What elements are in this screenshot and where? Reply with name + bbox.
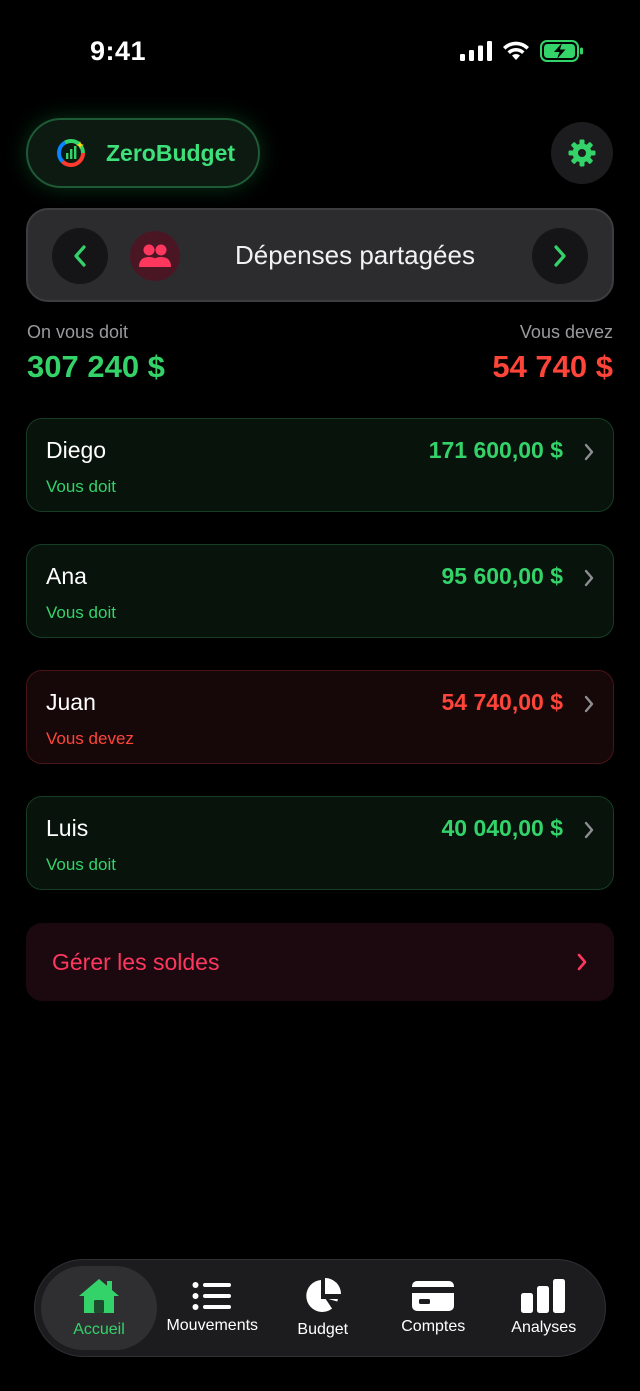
zerobudget-logo-icon — [57, 139, 85, 167]
tab-budget[interactable]: Budget — [268, 1266, 379, 1350]
cellular-signal-icon — [460, 41, 492, 61]
selector-title: Dépenses partagées — [235, 240, 475, 270]
home-icon — [79, 1279, 119, 1313]
person-status: Vous devez — [46, 729, 134, 748]
person-amount: 171 600,00 $ — [428, 437, 563, 463]
people-group-icon — [139, 244, 171, 267]
status-bar: 9:41 — [0, 0, 640, 100]
person-name: Diego — [46, 437, 107, 463]
previous-view-button[interactable] — [52, 228, 108, 284]
group-badge — [130, 231, 180, 281]
brand-pill[interactable]: ZeroBudget — [26, 118, 260, 188]
gear-icon — [568, 139, 596, 167]
pie-chart-icon — [306, 1278, 341, 1312]
chevron-right-icon — [554, 245, 566, 267]
person-card-diego[interactable]: Diego 171 600,00 $ Vous doit — [26, 418, 614, 512]
next-view-button[interactable] — [532, 228, 588, 284]
tab-label: Analyses — [511, 1319, 577, 1336]
person-name: Luis — [46, 815, 89, 841]
tab-comptes[interactable]: Comptes — [378, 1266, 489, 1350]
chevron-right-icon — [584, 695, 594, 713]
manage-balances-label: Gérer les soldes — [52, 949, 220, 975]
owed-to-you-summary: On vous doit 307 240 $ — [27, 322, 165, 385]
owed-to-you-label: On vous doit — [27, 322, 129, 342]
person-name: Juan — [46, 689, 96, 715]
person-status: Vous doit — [46, 603, 116, 622]
wifi-icon — [503, 41, 529, 60]
owed-to-you-value: 307 240 $ — [27, 349, 165, 384]
list-icon — [192, 1282, 232, 1310]
you-owe-value: 54 740 $ — [492, 349, 613, 384]
you-owe-label: Vous devez — [519, 322, 613, 342]
tab-label: Accueil — [73, 1321, 125, 1338]
person-card-ana[interactable]: Ana 95 600,00 $ Vous doit — [26, 544, 614, 638]
manage-balances-button[interactable]: Gérer les soldes — [26, 923, 614, 1001]
tab-label: Comptes — [401, 1318, 466, 1335]
person-status: Vous doit — [46, 477, 116, 496]
chevron-right-icon — [584, 821, 594, 839]
status-icons — [460, 40, 584, 62]
tab-analyses[interactable]: Analyses — [489, 1266, 600, 1350]
chevron-right-icon — [584, 443, 594, 461]
tab-label: Budget — [297, 1321, 349, 1338]
person-amount: 54 740,00 $ — [441, 689, 563, 715]
status-time: 9:41 — [90, 36, 147, 66]
person-status: Vous doit — [46, 855, 116, 874]
settings-button[interactable] — [551, 122, 613, 184]
person-card-luis[interactable]: Luis 40 040,00 $ Vous doit — [26, 796, 614, 890]
battery-charging-icon — [540, 40, 583, 62]
you-owe-summary: Vous devez 54 740 $ — [492, 322, 613, 385]
person-amount: 40 040,00 $ — [441, 815, 563, 841]
credit-card-icon — [412, 1281, 455, 1311]
tab-label: Mouvements — [166, 1317, 259, 1334]
brand-name: ZeroBudget — [106, 139, 236, 166]
person-card-juan[interactable]: Juan 54 740,00 $ Vous devez — [26, 670, 614, 764]
tab-bar: Accueil Mouvements Budget Comptes Analys… — [34, 1259, 606, 1357]
person-amount: 95 600,00 $ — [441, 563, 563, 589]
view-selector: Dépenses partagées — [26, 208, 614, 302]
chevron-right-icon — [584, 569, 594, 587]
bar-chart-icon — [520, 1279, 565, 1313]
tab-mouvements[interactable]: Mouvements — [157, 1266, 268, 1350]
person-name: Ana — [46, 563, 87, 589]
chevron-right-icon — [577, 953, 587, 971]
chevron-left-icon — [74, 245, 86, 267]
tab-accueil[interactable]: Accueil — [41, 1266, 157, 1350]
